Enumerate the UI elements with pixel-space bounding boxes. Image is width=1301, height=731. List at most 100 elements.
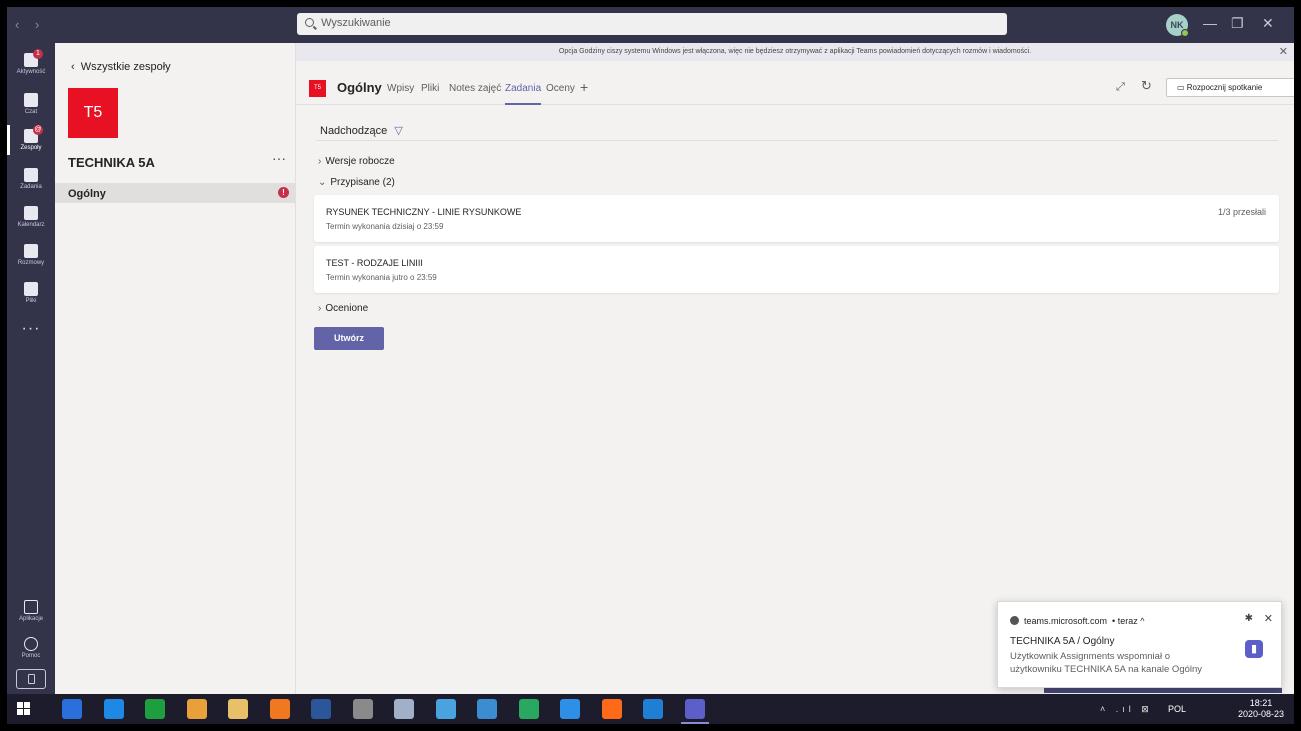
tab-files[interactable]: Pliki	[421, 83, 439, 94]
files-taskbar-icon[interactable]	[228, 699, 248, 719]
edge-taskbar-icon[interactable]	[643, 699, 663, 719]
toast-source: teams.microsoft.com • teraz ^	[1010, 615, 1144, 626]
divider	[316, 140, 1278, 141]
ie-taskbar-icon[interactable]	[560, 699, 580, 719]
channel-name: Ogólny	[68, 188, 106, 200]
assignment-card[interactable]: TEST - RODZAJE LINIII Termin wykonania j…	[314, 246, 1279, 293]
search-placeholder: Wyszukiwanie	[321, 17, 391, 29]
tab-grades[interactable]: Oceny	[546, 83, 575, 94]
explorer-taskbar-icon[interactable]	[62, 699, 82, 719]
title-bar: ‹ › Wyszukiwanie NK — ❐ ✕	[7, 7, 1294, 43]
assignment-card[interactable]: RYSUNEK TECHNICZNY - LINIE RYSUNKOWE Ter…	[314, 195, 1279, 242]
rail-label: Pomoc	[21, 653, 41, 659]
chevron-down-icon: ⌄	[318, 177, 327, 188]
toast-title: TECHNIKA 5A / Ogólny	[1010, 636, 1115, 647]
rail-item-calendar[interactable]: Kalendarz	[7, 206, 55, 228]
network-icon[interactable]: ˄ .ıl ⊠	[1100, 704, 1153, 715]
team-more-button[interactable]: ···	[272, 150, 286, 166]
help-icon	[24, 637, 38, 651]
files-icon	[24, 282, 38, 296]
refresh-icon[interactable]: ↻	[1141, 78, 1152, 94]
teams-badge: @	[33, 125, 43, 135]
avast-taskbar-icon[interactable]	[269, 699, 290, 719]
expand-icon[interactable]: ⤢	[1116, 81, 1125, 94]
assignment-due: Termin wykonania dzisiaj o 23:59	[326, 222, 444, 231]
banner-text: Opcja Godziny ciszy systemu Windows jest…	[558, 48, 1032, 55]
submission-status: 1/3 przesłali	[1217, 207, 1266, 217]
main-content: Opcja Godziny ciszy systemu Windows jest…	[296, 43, 1294, 694]
toast-source-url: teams.microsoft.com	[1024, 616, 1108, 626]
close-button[interactable]: ✕	[1262, 15, 1274, 32]
rail-label: Zespoły	[20, 145, 42, 151]
create-assignment-button[interactable]: Utwórz	[314, 327, 384, 350]
images-taskbar-icon[interactable]	[518, 699, 539, 719]
search-icon	[305, 18, 314, 27]
tab-class-notebook[interactable]: Notes zajęć	[449, 83, 501, 94]
rail-item-files[interactable]: Pliki	[7, 282, 55, 304]
gear-icon[interactable]: ✱	[1245, 613, 1253, 624]
toast-body: Użytkownik Assignments wspomniał o użytk…	[1010, 651, 1203, 675]
upcoming-label: Nadchodzące	[320, 125, 388, 137]
minimize-button[interactable]: —	[1203, 15, 1217, 31]
banner-close-icon[interactable]: ✕	[1279, 43, 1288, 61]
notes-taskbar-icon[interactable]	[352, 699, 373, 719]
upcoming-filter[interactable]: Nadchodzące ▽	[320, 124, 403, 137]
rail-item-teams[interactable]: @ Zespoły	[7, 125, 55, 155]
rail-label: Kalendarz	[17, 222, 45, 228]
assignments-icon: ▮	[1245, 640, 1263, 658]
teams-taskbar-icon[interactable]	[680, 699, 709, 724]
rail-label: Pliki	[25, 298, 37, 304]
firefox-taskbar-icon[interactable]	[601, 699, 622, 719]
store-taskbar-icon[interactable]	[145, 699, 165, 719]
teams-window: ‹ › Wyszukiwanie NK — ❐ ✕ 1 Aktywność Cz…	[7, 7, 1294, 724]
presence-dot	[1181, 29, 1189, 37]
settings-taskbar-icon[interactable]	[394, 699, 414, 719]
toast-time: • teraz ^	[1112, 616, 1145, 626]
back-to-teams-link[interactable]: ‹ Wszystkie zespoły	[71, 61, 171, 73]
start-meeting-button[interactable]: ▭ Rozpocznij spotkanie ⌄	[1166, 78, 1294, 97]
language-indicator[interactable]: POL	[1168, 704, 1186, 714]
close-icon[interactable]: ✕	[1264, 612, 1273, 625]
paint-taskbar-icon[interactable]	[435, 699, 456, 719]
add-tab-button[interactable]: +	[580, 79, 588, 95]
chrome-taskbar-icon[interactable]	[186, 699, 207, 719]
search-input[interactable]: Wyszukiwanie	[297, 13, 1007, 35]
tab-assignments[interactable]: Zadania	[505, 83, 542, 105]
team-tile: T5	[68, 88, 118, 138]
graded-section-toggle[interactable]: › Ocenione	[318, 303, 368, 314]
photo-taskbar-icon[interactable]	[103, 699, 124, 719]
filter-icon[interactable]: ▽	[394, 125, 402, 137]
calculator-taskbar-icon[interactable]	[477, 699, 497, 719]
drafts-section-toggle[interactable]: › Wersje robocze	[318, 156, 395, 167]
maximize-button[interactable]: ❐	[1231, 15, 1244, 32]
word-taskbar-icon[interactable]	[311, 699, 331, 719]
more-apps-button[interactable]: ···	[7, 320, 55, 338]
rail-item-help[interactable]: Pomoc	[7, 637, 55, 659]
rail-label: Rozmowy	[17, 260, 45, 266]
assignment-title: RYSUNEK TECHNICZNY - LINIE RYSUNKOWE	[326, 207, 522, 217]
rail-item-assignments[interactable]: Zadania	[7, 168, 55, 190]
rail-item-apps[interactable]: Aplikacje	[7, 600, 55, 622]
assignments-icon	[24, 168, 38, 182]
assignment-title: TEST - RODZAJE LINIII	[326, 258, 423, 268]
notification-toast[interactable]: teams.microsoft.com • teraz ^ ✱ ✕ TECHNI…	[997, 601, 1282, 688]
history-nav[interactable]: ‹ ›	[15, 17, 45, 32]
tab-posts[interactable]: Wpisy	[387, 83, 414, 94]
rail-label: Aplikacje	[18, 616, 43, 622]
rail-item-chat[interactable]: Czat	[7, 93, 55, 115]
assigned-section-toggle[interactable]: ⌄ Przypisane (2)	[318, 177, 395, 188]
channel-item-general[interactable]: Ogólny !	[55, 183, 295, 203]
calendar-icon	[24, 206, 38, 220]
drafts-label: Wersje robocze	[325, 156, 395, 167]
device-icon	[27, 674, 35, 684]
channel-header: T5 Ogólny Wpisy Pliki Notes zajęć Zadani…	[296, 61, 1294, 105]
clock[interactable]: 18:21 2020-08-23	[1238, 698, 1284, 720]
rail-item-activity[interactable]: 1 Aktywność	[7, 49, 55, 75]
taskbar: ˄ .ıl ⊠ POL 18:21 2020-08-23	[7, 694, 1294, 724]
start-button[interactable]	[17, 702, 31, 716]
assignment-due: Termin wykonania jutro o 23:59	[326, 273, 437, 282]
device-button[interactable]	[16, 669, 46, 689]
rail-item-calls[interactable]: Rozmowy	[7, 244, 55, 266]
back-label: Wszystkie zespoły	[80, 61, 171, 73]
avatar[interactable]: NK	[1166, 14, 1189, 37]
